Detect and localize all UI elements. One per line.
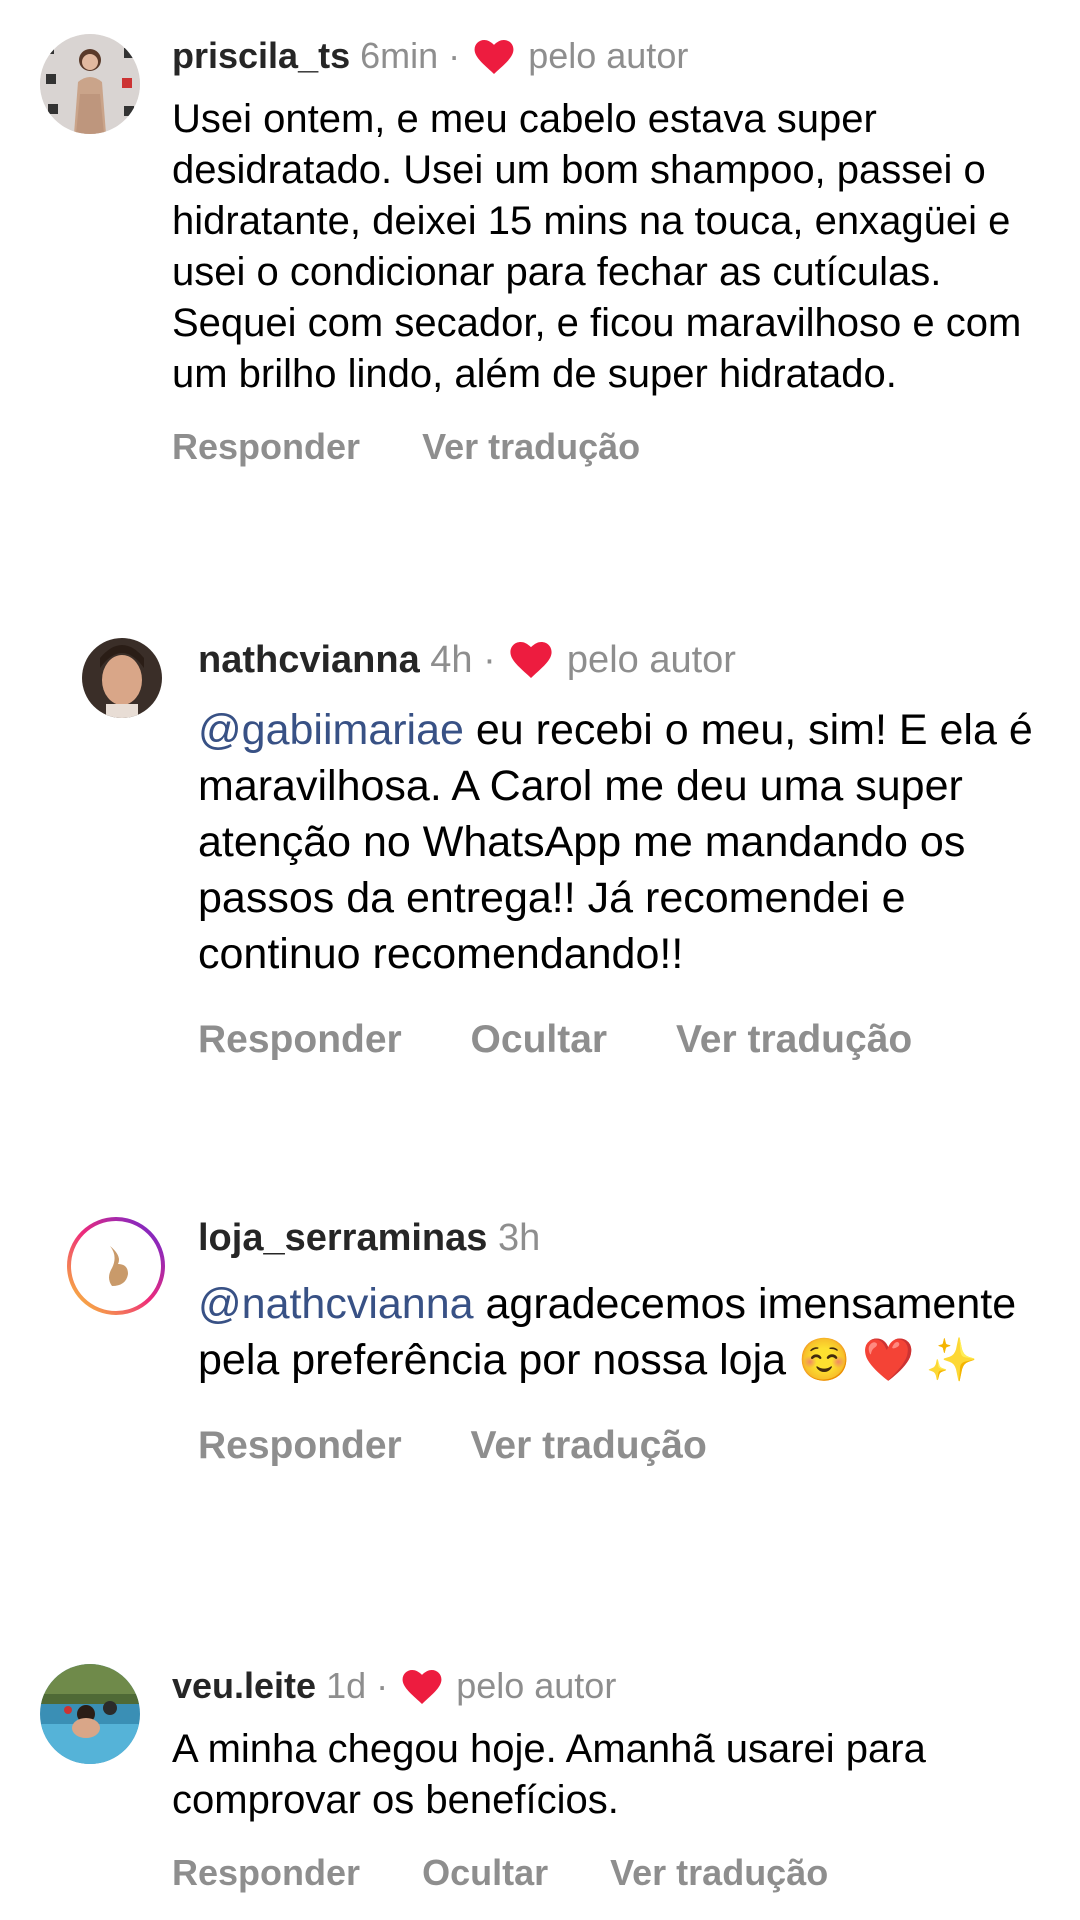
- comment-actions: Responder Ver tradução: [198, 1424, 1056, 1468]
- timestamp: 1d: [326, 1665, 367, 1706]
- avatar[interactable]: [66, 1216, 166, 1316]
- avatar-photo: [40, 34, 140, 134]
- username[interactable]: priscila_ts: [172, 35, 350, 76]
- username[interactable]: loja_serraminas: [198, 1217, 487, 1259]
- comment-text: @gabiimariae eu recebi o meu, sim! E ela…: [198, 702, 1056, 982]
- avatar[interactable]: [40, 34, 140, 134]
- heart-icon: [474, 40, 514, 84]
- comment-text: A minha chegou hoje. Amanhã usarei para …: [172, 1727, 926, 1822]
- comment-meta: priscila_ts 6min · pelo autor: [172, 34, 1056, 84]
- mention-link[interactable]: @nathcvianna: [198, 1280, 474, 1328]
- comment-body: loja_serraminas 3h @nathcvianna agradece…: [198, 1216, 1056, 1468]
- separator: ·: [376, 1665, 389, 1706]
- liked-by-author-label: pelo autor: [528, 35, 689, 76]
- translate-button[interactable]: Ver tradução: [610, 1852, 828, 1893]
- liked-by-author-label: pelo autor: [566, 639, 736, 681]
- username[interactable]: veu.leite: [172, 1665, 316, 1706]
- liked-by-author-label: pelo autor: [456, 1665, 617, 1706]
- translate-button[interactable]: Ver tradução: [676, 1018, 912, 1061]
- translate-button[interactable]: Ver tradução: [471, 1424, 707, 1467]
- avatar-photo: [82, 638, 162, 718]
- heart-icon: [402, 1670, 442, 1714]
- reply-button[interactable]: Responder: [172, 1852, 360, 1893]
- comment-actions: Responder Ocultar Ver tradução: [172, 1852, 1056, 1894]
- heart-icon: [510, 642, 552, 688]
- comment-body: nathcvianna 4h · pelo autor @gabiimariae…: [198, 638, 1056, 1062]
- mention-link[interactable]: @gabiimariae: [198, 706, 464, 754]
- avatar[interactable]: [40, 1664, 140, 1764]
- comment-meta: nathcvianna 4h · pelo autor: [198, 638, 1056, 688]
- reply-button[interactable]: Responder: [172, 426, 360, 467]
- comment-text: Usei ontem, e meu cabelo estava super de…: [172, 97, 1022, 396]
- comment-meta: veu.leite 1d · pelo autor: [172, 1664, 1056, 1714]
- timestamp: 3h: [497, 1217, 541, 1259]
- separator: ·: [448, 35, 461, 76]
- reply-button[interactable]: Responder: [198, 1018, 402, 1061]
- comment-body: priscila_ts 6min · pelo autor Usei ontem…: [172, 34, 1056, 468]
- comment-text: @nathcvianna agradecemos imensamente pel…: [198, 1276, 1056, 1388]
- translate-button[interactable]: Ver tradução: [422, 426, 640, 467]
- timestamp: 6min: [360, 35, 439, 76]
- emoji-group: ☺️ ❤️ ✨: [797, 1336, 979, 1383]
- store-logo-avatar: [67, 1217, 165, 1315]
- reply-button[interactable]: Responder: [198, 1424, 402, 1467]
- avatar[interactable]: [82, 638, 162, 718]
- separator: ·: [483, 639, 496, 681]
- timestamp: 4h: [430, 639, 473, 681]
- comment-actions: Responder Ocultar Ver tradução: [198, 1018, 1056, 1062]
- comment-meta: loja_serraminas 3h: [198, 1216, 1056, 1260]
- username[interactable]: nathcvianna: [198, 639, 420, 681]
- hide-button[interactable]: Ocultar: [471, 1018, 608, 1061]
- comment-body: veu.leite 1d · pelo autor A minha chegou…: [172, 1664, 1056, 1894]
- hide-button[interactable]: Ocultar: [422, 1852, 548, 1893]
- comment-actions: Responder Ver tradução: [172, 426, 1056, 468]
- avatar-photo: [40, 1664, 140, 1764]
